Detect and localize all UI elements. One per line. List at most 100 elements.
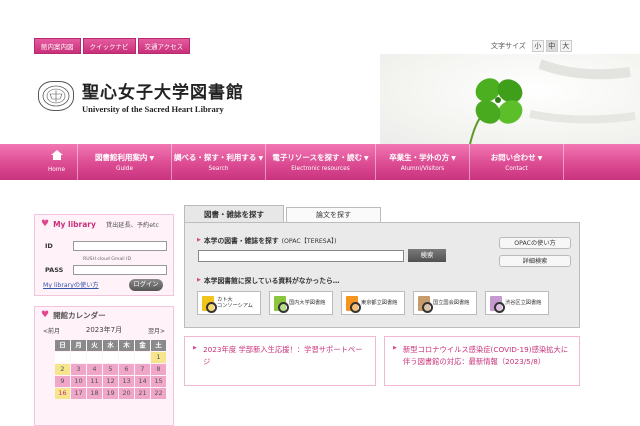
- weekday-header: 木: [119, 340, 134, 351]
- prev-month-link[interactable]: <前月: [43, 326, 60, 335]
- book-search-icon: [274, 295, 289, 313]
- calendar-day[interactable]: 8: [151, 364, 166, 375]
- search-button[interactable]: 検索: [408, 249, 446, 262]
- calendar-day[interactable]: 21: [135, 388, 150, 399]
- nav-contact[interactable]: お問い合わせ ▼ Contact: [470, 144, 564, 180]
- calendar-day[interactable]: 9: [55, 376, 70, 387]
- university-seal-icon: [38, 81, 74, 111]
- news-item[interactable]: ▶ 2023年度 学部新入生応援！：学習サポートページ: [184, 336, 376, 386]
- heart-icon: ♥: [41, 310, 50, 320]
- my-library-panel: ♥ My library 貸出延長、予約etc ID RUSH cloud Gm…: [34, 214, 174, 296]
- calendar-day[interactable]: 20: [119, 388, 134, 399]
- library-search-button[interactable]: カト大 コンソーシアム: [197, 291, 261, 315]
- nav-search-sub: Search: [208, 166, 229, 172]
- opac-search-input[interactable]: [198, 250, 404, 262]
- triangle-bullet-icon: ▶: [393, 345, 397, 351]
- advanced-search-button[interactable]: 詳細検索: [499, 255, 571, 267]
- calendar-day[interactable]: 22: [151, 388, 166, 399]
- book-search-icon: [490, 295, 505, 313]
- calendar-day[interactable]: 11: [87, 376, 102, 387]
- id-note: RUSH cloud Gmail ID: [83, 257, 132, 262]
- id-input[interactable]: [73, 241, 167, 251]
- library-search-button[interactable]: 国内大学図書館: [269, 291, 333, 315]
- nav-eresources[interactable]: 電子リソースを探す・読む ▼ Electronic resources: [266, 144, 376, 180]
- calendar-day[interactable]: 10: [71, 376, 86, 387]
- font-size-large-button[interactable]: 大: [559, 40, 572, 52]
- calendar-day[interactable]: 19: [103, 388, 118, 399]
- nav-alumni[interactable]: 卒業生・学外の方 ▼ Alumni/Visitors: [376, 144, 470, 180]
- nav-home[interactable]: Home: [36, 144, 78, 180]
- quick-links: 館内案内図 クイックナビ 交通アクセス: [34, 38, 191, 54]
- nav-eresources-label: 電子リソースを探す・読む: [272, 153, 362, 162]
- login-button[interactable]: ログイン: [129, 279, 163, 291]
- calendar-day[interactable]: 16: [55, 388, 70, 399]
- nav-search[interactable]: 調べる・探す・利用する ▼ Search: [172, 144, 266, 180]
- library-search-button[interactable]: 渋谷区立図書館: [485, 291, 549, 315]
- nav-contact-sub: Contact: [505, 166, 528, 172]
- calendar-day: [87, 352, 102, 363]
- opac-label-row: ▶ 本学の図書・雑誌を探す (OPAC【TERESA】): [197, 235, 337, 245]
- search-tabs: 図書・雑誌を探す 論文を探す: [184, 205, 381, 222]
- calendar-day[interactable]: 5: [103, 364, 118, 375]
- triangle-bullet-icon: ▶: [197, 277, 201, 283]
- news-text[interactable]: 2023年度 学部新入生応援！：学習サポートページ: [203, 344, 368, 367]
- library-search-button[interactable]: 東京都立図書館: [341, 291, 405, 315]
- tab-papers[interactable]: 論文を探す: [286, 207, 381, 222]
- tab-books-journals[interactable]: 図書・雑誌を探す: [184, 205, 284, 222]
- password-input[interactable]: [73, 265, 167, 275]
- chevron-down-icon: ▼: [451, 155, 456, 162]
- calendar-day[interactable]: 1: [151, 352, 166, 363]
- news-item[interactable]: ▶ 新型コロナウイルス感染症(COVID-19)感染拡大に伴う図書館の対応：最新…: [384, 336, 580, 386]
- font-size-selector: 文字サイズ 小 中 大: [491, 40, 572, 52]
- library-name: 国立国会図書館: [433, 299, 470, 306]
- font-size-medium-button[interactable]: 中: [545, 40, 558, 52]
- calendar-day[interactable]: 17: [71, 388, 86, 399]
- library-name-jp: 聖心女子大学図書館: [82, 83, 244, 103]
- calendar-day: [103, 352, 118, 363]
- quick-navi-link[interactable]: クイックナビ: [82, 38, 136, 54]
- opac-label: 本学の図書・雑誌を探す: [203, 237, 279, 245]
- chevron-down-icon: ▼: [537, 155, 543, 162]
- other-libraries-label-row: ▶ 本学図書館に探している資料がなかったら…: [197, 275, 340, 285]
- news-text[interactable]: 新型コロナウイルス感染症(COVID-19)感染拡大に伴う図書館の対応：最新情報…: [403, 344, 575, 367]
- triangle-bullet-icon: ▶: [197, 237, 201, 243]
- library-name-en: University of the Sacred Heart Library: [82, 104, 224, 114]
- library-search-button[interactable]: 国立国会図書館: [413, 291, 477, 315]
- calendar-day[interactable]: 4: [87, 364, 102, 375]
- opac-howto-button[interactable]: OPACの使い方: [499, 237, 571, 249]
- pass-label: PASS: [45, 266, 64, 274]
- opac-sublabel: (OPAC【TERESA】): [281, 237, 337, 245]
- search-panel: ▶ 本学の図書・雑誌を探す (OPAC【TERESA】) 検索 OPACの使い方…: [184, 222, 580, 328]
- my-library-subtitle: 貸出延長、予約etc: [105, 221, 159, 229]
- site-logo[interactable]: 聖心女子大学図書館 University of the Sacred Heart…: [38, 78, 244, 114]
- id-label: ID: [45, 242, 53, 250]
- weekday-header: 火: [87, 340, 102, 351]
- library-name: カト大 コンソーシアム: [217, 296, 253, 310]
- my-library-usage-link[interactable]: My libraryの使い方: [43, 280, 99, 289]
- nav-eresources-sub: Electronic resources: [291, 166, 350, 172]
- calendar-title: 開館カレンダー: [53, 310, 106, 320]
- next-month-link[interactable]: 翌月>: [148, 326, 165, 335]
- floor-map-link[interactable]: 館内案内図: [34, 38, 81, 54]
- book-search-icon: [418, 295, 433, 313]
- calendar-day[interactable]: 2: [55, 364, 70, 375]
- calendar-day: [119, 352, 134, 363]
- font-size-small-button[interactable]: 小: [531, 40, 544, 52]
- calendar-day[interactable]: 7: [135, 364, 150, 375]
- calendar-day: [55, 352, 70, 363]
- calendar-day[interactable]: 6: [119, 364, 134, 375]
- clover-hero-image: [380, 54, 640, 144]
- calendar-day[interactable]: 14: [135, 376, 150, 387]
- calendar-day[interactable]: 12: [103, 376, 118, 387]
- heart-icon: ♥: [41, 219, 50, 229]
- calendar-day[interactable]: 13: [119, 376, 134, 387]
- access-link[interactable]: 交通アクセス: [137, 38, 191, 54]
- calendar-day[interactable]: 3: [71, 364, 86, 375]
- weekday-header: 金: [135, 340, 150, 351]
- nav-guide[interactable]: 図書館利用案内 ▼ Guide: [78, 144, 172, 180]
- calendar-grid: 日月火水木金土 1 2 3 4 5 6 7 8 9 10 11 12 13 14 15 16 17 18 19 20 21…: [55, 340, 166, 399]
- calendar-day[interactable]: 18: [87, 388, 102, 399]
- opening-calendar-panel: ♥ 開館カレンダー <前月 2023年7月 翌月> 日月火水木金土1234567…: [34, 306, 174, 426]
- nav-search-label: 調べる・探す・利用する: [173, 153, 257, 162]
- calendar-day[interactable]: 15: [151, 376, 166, 387]
